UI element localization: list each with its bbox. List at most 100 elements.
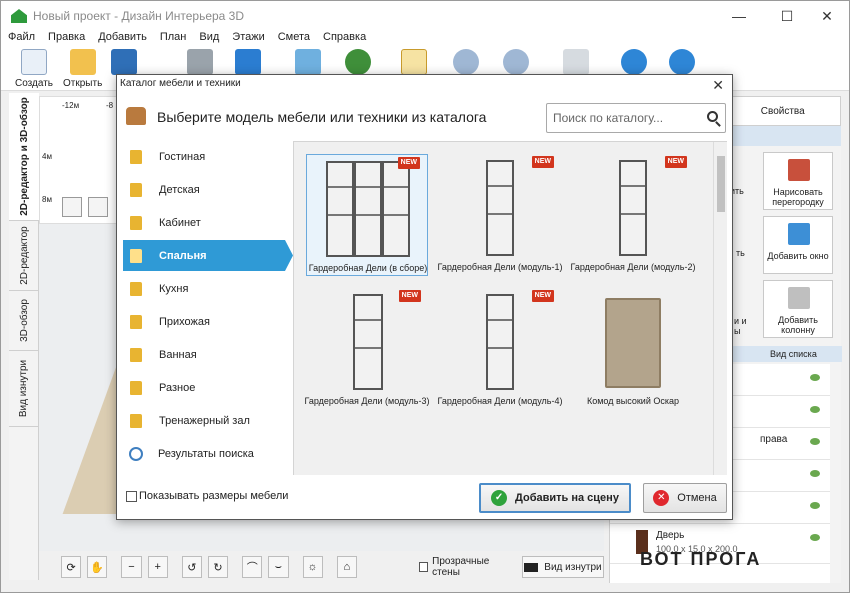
tab-properties[interactable]: Свойства [724, 96, 841, 125]
open-label: Открыть [63, 78, 103, 89]
category-kids-room[interactable]: Детская [123, 174, 293, 205]
add-to-scene-button[interactable]: ✓ Добавить на сцену [479, 483, 631, 513]
add-column-button[interactable]: Добавить колонну [763, 280, 833, 338]
catalog-item[interactable]: NEW Гардеробная Дели (модуль-1) [437, 154, 563, 276]
partial-label-4-text: ы [734, 326, 741, 336]
folder-icon [130, 314, 142, 329]
folder-icon [130, 215, 142, 230]
catalog-search-input[interactable] [546, 103, 726, 133]
category-search-results[interactable]: Результаты поиска [123, 438, 293, 469]
catalog-item[interactable] [572, 422, 694, 475]
menu-edit[interactable]: Правка [41, 31, 91, 45]
menu-view[interactable]: Вид [192, 31, 225, 45]
category-kitchen[interactable]: Кухня [123, 273, 293, 304]
category-bathroom[interactable]: Ванная [123, 339, 293, 370]
category-label: Гостиная [159, 150, 206, 163]
catalog-item[interactable]: NEW Гардеробная Дели (модуль-3) [304, 288, 430, 410]
dresser-thumbnail [325, 428, 409, 475]
tab-3d-view[interactable]: 3D-обзор [9, 291, 39, 351]
tab-inside-view[interactable]: Вид изнутри [9, 351, 39, 427]
dialog-close-icon[interactable]: ✕ [712, 76, 724, 94]
wardrobe-thumbnail [325, 294, 409, 390]
eye-icon[interactable] [810, 502, 820, 509]
list-view-label[interactable]: Вид списка [770, 349, 817, 359]
eye-icon[interactable] [810, 374, 820, 381]
rotate-360-button[interactable]: ⟳ [61, 556, 82, 578]
tab-2d-and-3d[interactable]: 2D-редактор и 3D-обзор [9, 93, 39, 221]
menu-estimate[interactable]: Смета [271, 31, 316, 45]
category-list: Гостиная Детская Кабинет Спальня Кухня П… [123, 141, 293, 475]
menu-plan[interactable]: План [153, 31, 193, 45]
plan-editor[interactable]: -12м -8 4м 8м [39, 96, 119, 224]
open-button[interactable]: Открыть [63, 49, 102, 89]
tall-dresser-thumbnail [591, 294, 675, 390]
wardrobe-thumbnail [458, 294, 542, 390]
zoom-out-button[interactable]: − [121, 556, 142, 578]
add-column-label: Добавить колонну [778, 315, 818, 335]
eye-icon[interactable] [810, 534, 820, 541]
checkmark-icon: ✓ [491, 490, 508, 506]
category-office[interactable]: Кабинет [123, 207, 293, 238]
folder-open-icon [69, 49, 96, 75]
transparent-walls-checkbox[interactable] [418, 562, 429, 572]
scrollbar-thumb[interactable] [717, 156, 725, 212]
cancel-button[interactable]: ✕ Отмена [643, 483, 727, 513]
menu-add[interactable]: Добавить [91, 31, 153, 45]
maximize-button[interactable]: ☐ [765, 1, 809, 31]
tilt-up-button[interactable]: ⌒ [242, 556, 263, 578]
bed-thumbnail [591, 428, 675, 475]
show-sizes-checkbox[interactable] [126, 491, 137, 502]
catalog-item[interactable] [439, 422, 561, 475]
catalog-item-label: Гардеробная Дели (модуль-3) [304, 396, 430, 406]
search-icon[interactable] [707, 111, 718, 122]
tilt-down-button[interactable]: ⌣ [268, 556, 289, 578]
pan-hand-button[interactable]: ✋ [87, 556, 108, 578]
inside-view-button[interactable]: Вид изнутри [521, 556, 604, 578]
cancel-icon: ✕ [653, 490, 670, 506]
home-button[interactable]: ⌂ [336, 556, 357, 578]
close-window-button[interactable]: ✕ [805, 1, 849, 31]
category-living-room[interactable]: Гостиная [123, 141, 293, 172]
category-label: Кухня [159, 282, 189, 295]
folder-open-icon [130, 248, 142, 263]
eye-icon[interactable] [810, 470, 820, 477]
zoom-out-2d-button[interactable] [62, 197, 82, 217]
category-label: Прихожая [159, 315, 210, 328]
tab-2d-editor[interactable]: 2D-редактор [9, 221, 39, 291]
zoom-in-2d-button[interactable] [88, 197, 108, 217]
category-misc[interactable]: Разное [123, 372, 293, 403]
new-badge: NEW [398, 290, 421, 302]
catalog-item[interactable]: NEW Гардеробная Дели (модуль-2) [570, 154, 696, 276]
draw-partition-button[interactable]: Нарисовать перегородку [763, 152, 833, 210]
catalog-item[interactable] [306, 422, 428, 475]
menu-floors[interactable]: Этажи [225, 31, 270, 45]
rotate-right-button[interactable]: ↻ [207, 556, 229, 578]
minimize-button[interactable]: — [717, 1, 761, 31]
light-button[interactable]: ☼ [302, 556, 323, 578]
new-badge: NEW [531, 290, 554, 302]
eye-icon[interactable] [810, 438, 820, 445]
folder-icon [130, 413, 142, 428]
category-label: Тренажерный зал [159, 414, 250, 427]
menu-file[interactable]: Файл [1, 31, 41, 45]
catalog-item[interactable]: Комод высокий Оскар [572, 288, 694, 410]
add-window-button[interactable]: Добавить окно [763, 216, 833, 274]
catalog-item[interactable]: NEW Гардеробная Дели (в сборе) [306, 154, 428, 276]
ruler-x-1: -12м [62, 101, 80, 110]
category-label: Кабинет [159, 216, 201, 229]
new-document-icon [21, 49, 47, 75]
new-badge: NEW [664, 156, 687, 168]
category-bedroom[interactable]: Спальня [123, 240, 293, 271]
catalog-scrollbar[interactable] [713, 142, 727, 475]
eye-icon[interactable] [810, 406, 820, 413]
menu-help[interactable]: Справка [316, 31, 372, 45]
transparent-walls-label: Прозрачные стены [432, 556, 490, 578]
category-hallway[interactable]: Прихожая [123, 306, 293, 337]
zoom-in-button[interactable]: + [147, 556, 168, 578]
catalog-item[interactable]: NEW Гардеробная Дели (модуль-4) [437, 288, 563, 410]
create-button[interactable]: Создать [15, 49, 53, 89]
ruler-y-1: 4м [42, 152, 52, 161]
rotate-left-button[interactable]: ↺ [181, 556, 202, 578]
wardrobe-thumbnail [326, 161, 410, 257]
category-gym[interactable]: Тренажерный зал [123, 405, 293, 436]
